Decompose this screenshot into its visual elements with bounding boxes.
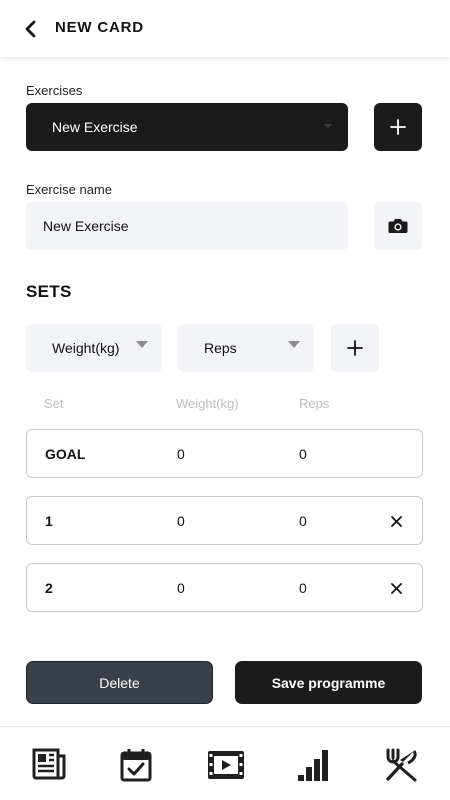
utensils-icon[interactable] [381,745,421,785]
photo-button[interactable] [374,202,422,250]
set-reps[interactable]: 0 [299,446,307,462]
add-column-button[interactable] [331,324,379,372]
column-header-weight: Weight(kg) [176,396,239,411]
exercises-label: Exercises [26,83,83,98]
camera-icon [388,219,408,233]
exercises-select[interactable]: New Exercise [26,103,348,151]
weight-unit-value: Weight(kg) [52,340,120,356]
set-label: GOAL [45,446,86,462]
reps-unit-value: Reps [204,340,237,356]
plus-icon [347,340,363,356]
exercise-name-field[interactable]: New Exercise [26,202,348,250]
set-reps[interactable]: 0 [299,513,307,529]
column-header-reps: Reps [299,396,330,411]
sets-title: SETS [26,282,72,301]
set-row-goal: GOAL 0 0 [26,429,423,478]
chevron-down-icon [136,341,148,348]
delete-button[interactable]: Delete [26,661,213,704]
set-weight[interactable]: 0 [177,513,185,529]
set-label: 2 [45,580,53,596]
set-reps[interactable]: 0 [299,580,307,596]
chevron-down-icon [324,124,332,129]
chevron-down-icon [288,341,300,348]
back-icon[interactable] [18,16,44,42]
bottom-tab-bar [0,726,450,800]
set-weight[interactable]: 0 [177,580,185,596]
save-programme-button[interactable]: Save programme [235,661,422,704]
header: NEW CARD [0,0,450,57]
calendar-check-icon[interactable] [116,745,156,785]
video-icon[interactable] [206,745,246,785]
exercises-select-value: New Exercise [52,119,138,135]
close-icon[interactable] [386,578,406,598]
close-icon[interactable] [386,511,406,531]
exercise-name-value: New Exercise [43,218,129,234]
add-exercise-button[interactable] [374,103,422,151]
exercise-name-label: Exercise name [26,182,112,197]
weight-unit-select[interactable]: Weight(kg) [26,324,162,372]
set-row-2: 2 0 0 [26,563,423,612]
column-header-set: Set [44,396,64,411]
plus-icon [390,119,406,135]
set-weight[interactable]: 0 [177,446,185,462]
stats-icon[interactable] [293,745,333,785]
set-row-1: 1 0 0 [26,496,423,545]
reps-unit-select[interactable]: Reps [178,324,314,372]
page-title: NEW CARD [55,19,144,36]
news-icon[interactable] [29,745,69,785]
set-label: 1 [45,513,53,529]
